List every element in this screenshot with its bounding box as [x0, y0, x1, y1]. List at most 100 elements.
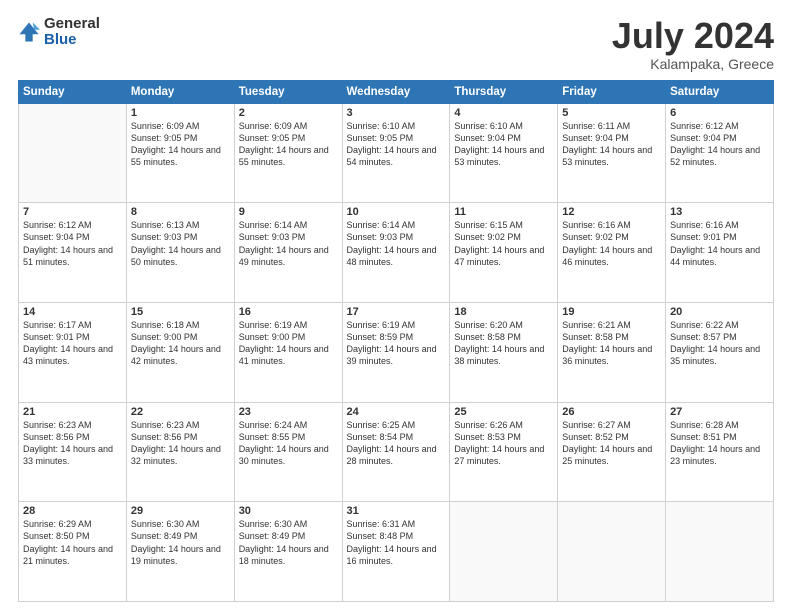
col-tuesday: Tuesday [234, 80, 342, 103]
day-info: Sunrise: 6:30 AM Sunset: 8:49 PM Dayligh… [239, 518, 338, 567]
day-number: 26 [562, 406, 661, 418]
logo-blue: Blue [44, 31, 77, 48]
day-info: Sunrise: 6:19 AM Sunset: 9:00 PM Dayligh… [239, 319, 338, 368]
table-row: 31Sunrise: 6:31 AM Sunset: 8:48 PM Dayli… [342, 502, 450, 602]
table-row [450, 502, 558, 602]
day-info: Sunrise: 6:16 AM Sunset: 9:02 PM Dayligh… [562, 219, 661, 268]
day-number: 20 [670, 306, 769, 318]
day-info: Sunrise: 6:22 AM Sunset: 8:57 PM Dayligh… [670, 319, 769, 368]
day-number: 30 [239, 505, 338, 517]
day-number: 25 [454, 406, 553, 418]
table-row: 14Sunrise: 6:17 AM Sunset: 9:01 PM Dayli… [19, 302, 127, 402]
table-row [558, 502, 666, 602]
logo-general: General [44, 15, 100, 32]
table-row: 19Sunrise: 6:21 AM Sunset: 8:58 PM Dayli… [558, 302, 666, 402]
col-sunday: Sunday [19, 80, 127, 103]
day-info: Sunrise: 6:10 AM Sunset: 9:04 PM Dayligh… [454, 120, 553, 169]
table-row: 3Sunrise: 6:10 AM Sunset: 9:05 PM Daylig… [342, 103, 450, 203]
day-number: 8 [131, 206, 230, 218]
location-subtitle: Kalampaka, Greece [612, 56, 774, 72]
day-info: Sunrise: 6:14 AM Sunset: 9:03 PM Dayligh… [347, 219, 446, 268]
logo-icon [18, 21, 40, 43]
day-number: 4 [454, 107, 553, 119]
week-row-4: 21Sunrise: 6:23 AM Sunset: 8:56 PM Dayli… [19, 402, 774, 502]
day-number: 22 [131, 406, 230, 418]
day-number: 31 [347, 505, 446, 517]
day-info: Sunrise: 6:20 AM Sunset: 8:58 PM Dayligh… [454, 319, 553, 368]
day-info: Sunrise: 6:18 AM Sunset: 9:00 PM Dayligh… [131, 319, 230, 368]
table-row: 25Sunrise: 6:26 AM Sunset: 8:53 PM Dayli… [450, 402, 558, 502]
week-row-3: 14Sunrise: 6:17 AM Sunset: 9:01 PM Dayli… [19, 302, 774, 402]
table-row: 8Sunrise: 6:13 AM Sunset: 9:03 PM Daylig… [126, 203, 234, 303]
table-row: 24Sunrise: 6:25 AM Sunset: 8:54 PM Dayli… [342, 402, 450, 502]
day-number: 14 [23, 306, 122, 318]
table-row: 7Sunrise: 6:12 AM Sunset: 9:04 PM Daylig… [19, 203, 127, 303]
logo-text: General Blue [44, 16, 100, 48]
day-number: 23 [239, 406, 338, 418]
col-wednesday: Wednesday [342, 80, 450, 103]
table-row: 16Sunrise: 6:19 AM Sunset: 9:00 PM Dayli… [234, 302, 342, 402]
day-number: 7 [23, 206, 122, 218]
table-row: 27Sunrise: 6:28 AM Sunset: 8:51 PM Dayli… [666, 402, 774, 502]
day-number: 5 [562, 107, 661, 119]
day-number: 17 [347, 306, 446, 318]
day-number: 24 [347, 406, 446, 418]
table-row: 5Sunrise: 6:11 AM Sunset: 9:04 PM Daylig… [558, 103, 666, 203]
day-info: Sunrise: 6:25 AM Sunset: 8:54 PM Dayligh… [347, 419, 446, 468]
day-number: 18 [454, 306, 553, 318]
day-info: Sunrise: 6:15 AM Sunset: 9:02 PM Dayligh… [454, 219, 553, 268]
day-number: 11 [454, 206, 553, 218]
day-info: Sunrise: 6:21 AM Sunset: 8:58 PM Dayligh… [562, 319, 661, 368]
day-info: Sunrise: 6:12 AM Sunset: 9:04 PM Dayligh… [670, 120, 769, 169]
week-row-1: 1Sunrise: 6:09 AM Sunset: 9:05 PM Daylig… [19, 103, 774, 203]
week-row-5: 28Sunrise: 6:29 AM Sunset: 8:50 PM Dayli… [19, 502, 774, 602]
table-row: 28Sunrise: 6:29 AM Sunset: 8:50 PM Dayli… [19, 502, 127, 602]
day-info: Sunrise: 6:27 AM Sunset: 8:52 PM Dayligh… [562, 419, 661, 468]
calendar-page: General Blue July 2024 Kalampaka, Greece… [0, 0, 792, 612]
col-saturday: Saturday [666, 80, 774, 103]
day-info: Sunrise: 6:11 AM Sunset: 9:04 PM Dayligh… [562, 120, 661, 169]
table-row: 29Sunrise: 6:30 AM Sunset: 8:49 PM Dayli… [126, 502, 234, 602]
day-number: 16 [239, 306, 338, 318]
table-row: 12Sunrise: 6:16 AM Sunset: 9:02 PM Dayli… [558, 203, 666, 303]
day-info: Sunrise: 6:24 AM Sunset: 8:55 PM Dayligh… [239, 419, 338, 468]
day-number: 13 [670, 206, 769, 218]
day-info: Sunrise: 6:29 AM Sunset: 8:50 PM Dayligh… [23, 518, 122, 567]
week-row-2: 7Sunrise: 6:12 AM Sunset: 9:04 PM Daylig… [19, 203, 774, 303]
table-row: 9Sunrise: 6:14 AM Sunset: 9:03 PM Daylig… [234, 203, 342, 303]
col-thursday: Thursday [450, 80, 558, 103]
table-row: 20Sunrise: 6:22 AM Sunset: 8:57 PM Dayli… [666, 302, 774, 402]
table-row: 4Sunrise: 6:10 AM Sunset: 9:04 PM Daylig… [450, 103, 558, 203]
day-number: 6 [670, 107, 769, 119]
day-number: 21 [23, 406, 122, 418]
month-title: July 2024 [612, 16, 774, 56]
day-info: Sunrise: 6:31 AM Sunset: 8:48 PM Dayligh… [347, 518, 446, 567]
day-info: Sunrise: 6:17 AM Sunset: 9:01 PM Dayligh… [23, 319, 122, 368]
table-row: 10Sunrise: 6:14 AM Sunset: 9:03 PM Dayli… [342, 203, 450, 303]
table-row: 11Sunrise: 6:15 AM Sunset: 9:02 PM Dayli… [450, 203, 558, 303]
table-row: 21Sunrise: 6:23 AM Sunset: 8:56 PM Dayli… [19, 402, 127, 502]
day-number: 15 [131, 306, 230, 318]
day-number: 9 [239, 206, 338, 218]
col-monday: Monday [126, 80, 234, 103]
logo: General Blue [18, 16, 100, 48]
day-info: Sunrise: 6:13 AM Sunset: 9:03 PM Dayligh… [131, 219, 230, 268]
day-info: Sunrise: 6:19 AM Sunset: 8:59 PM Dayligh… [347, 319, 446, 368]
col-friday: Friday [558, 80, 666, 103]
table-row [666, 502, 774, 602]
day-number: 27 [670, 406, 769, 418]
table-row: 15Sunrise: 6:18 AM Sunset: 9:00 PM Dayli… [126, 302, 234, 402]
table-row: 1Sunrise: 6:09 AM Sunset: 9:05 PM Daylig… [126, 103, 234, 203]
table-row: 18Sunrise: 6:20 AM Sunset: 8:58 PM Dayli… [450, 302, 558, 402]
header-row: Sunday Monday Tuesday Wednesday Thursday… [19, 80, 774, 103]
day-info: Sunrise: 6:28 AM Sunset: 8:51 PM Dayligh… [670, 419, 769, 468]
day-info: Sunrise: 6:23 AM Sunset: 8:56 PM Dayligh… [23, 419, 122, 468]
day-info: Sunrise: 6:14 AM Sunset: 9:03 PM Dayligh… [239, 219, 338, 268]
day-number: 2 [239, 107, 338, 119]
day-info: Sunrise: 6:09 AM Sunset: 9:05 PM Dayligh… [131, 120, 230, 169]
day-number: 12 [562, 206, 661, 218]
table-row: 13Sunrise: 6:16 AM Sunset: 9:01 PM Dayli… [666, 203, 774, 303]
day-number: 28 [23, 505, 122, 517]
table-row: 22Sunrise: 6:23 AM Sunset: 8:56 PM Dayli… [126, 402, 234, 502]
day-info: Sunrise: 6:26 AM Sunset: 8:53 PM Dayligh… [454, 419, 553, 468]
